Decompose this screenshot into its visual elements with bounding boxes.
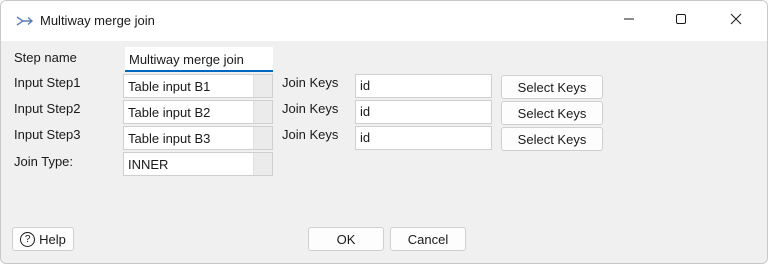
join-keys3-input[interactable]: id <box>355 126 492 150</box>
minimize-icon <box>623 12 635 30</box>
dropdown-arrow-icon[interactable] <box>253 153 272 175</box>
input-step3-value: Table input B3 <box>128 131 211 146</box>
select-keys1-button[interactable]: Select Keys <box>501 75 603 99</box>
dialog-body: Step name Multiway merge join Input Step… <box>1 41 767 263</box>
join-type-label: Join Type: <box>14 154 74 169</box>
help-circle-icon: ? <box>20 231 36 247</box>
select-keys2-button[interactable]: Select Keys <box>501 101 603 125</box>
dropdown-arrow-icon[interactable] <box>253 127 272 149</box>
join-type-combo[interactable]: INNER <box>123 152 273 176</box>
ok-button[interactable]: OK <box>308 227 384 251</box>
window-title: Multiway merge join <box>40 13 155 28</box>
step-name-input[interactable]: Multiway merge join <box>125 47 273 72</box>
step-name-label: Step name <box>14 50 77 65</box>
input-step2-label: Input Step2 <box>14 101 81 116</box>
join-keys3-label: Join Keys <box>282 127 339 142</box>
dropdown-arrow-icon[interactable] <box>253 75 272 97</box>
join-keys2-input[interactable]: id <box>355 100 492 124</box>
help-label: Help <box>39 231 66 247</box>
join-keys1-input[interactable]: id <box>355 74 492 98</box>
maximize-icon <box>675 12 687 30</box>
minimize-button[interactable] <box>606 1 652 41</box>
close-button[interactable] <box>713 1 759 41</box>
input-step3-combo[interactable]: Table input B3 <box>123 126 273 150</box>
input-step1-label: Input Step1 <box>14 75 81 90</box>
close-icon <box>730 12 742 30</box>
help-button[interactable]: ? Help <box>12 227 74 251</box>
cancel-button[interactable]: Cancel <box>390 227 466 251</box>
dropdown-arrow-icon[interactable] <box>253 101 272 123</box>
input-step1-combo[interactable]: Table input B1 <box>123 74 273 98</box>
input-step2-value: Table input B2 <box>128 105 211 120</box>
select-keys3-button[interactable]: Select Keys <box>501 127 603 151</box>
join-type-value: INNER <box>128 157 169 172</box>
maximize-button[interactable] <box>658 1 704 41</box>
input-step3-label: Input Step3 <box>14 127 81 142</box>
input-step2-combo[interactable]: Table input B2 <box>123 100 273 124</box>
join-keys2-label: Join Keys <box>282 101 339 116</box>
join-keys1-label: Join Keys <box>282 75 339 90</box>
title-bar[interactable]: Multiway merge join <box>1 1 767 41</box>
transform-arrow-icon <box>15 12 35 30</box>
multiway-merge-join-dialog: Multiway merge join Step name Multiway m… <box>0 0 768 264</box>
input-step1-value: Table input B1 <box>128 79 211 94</box>
